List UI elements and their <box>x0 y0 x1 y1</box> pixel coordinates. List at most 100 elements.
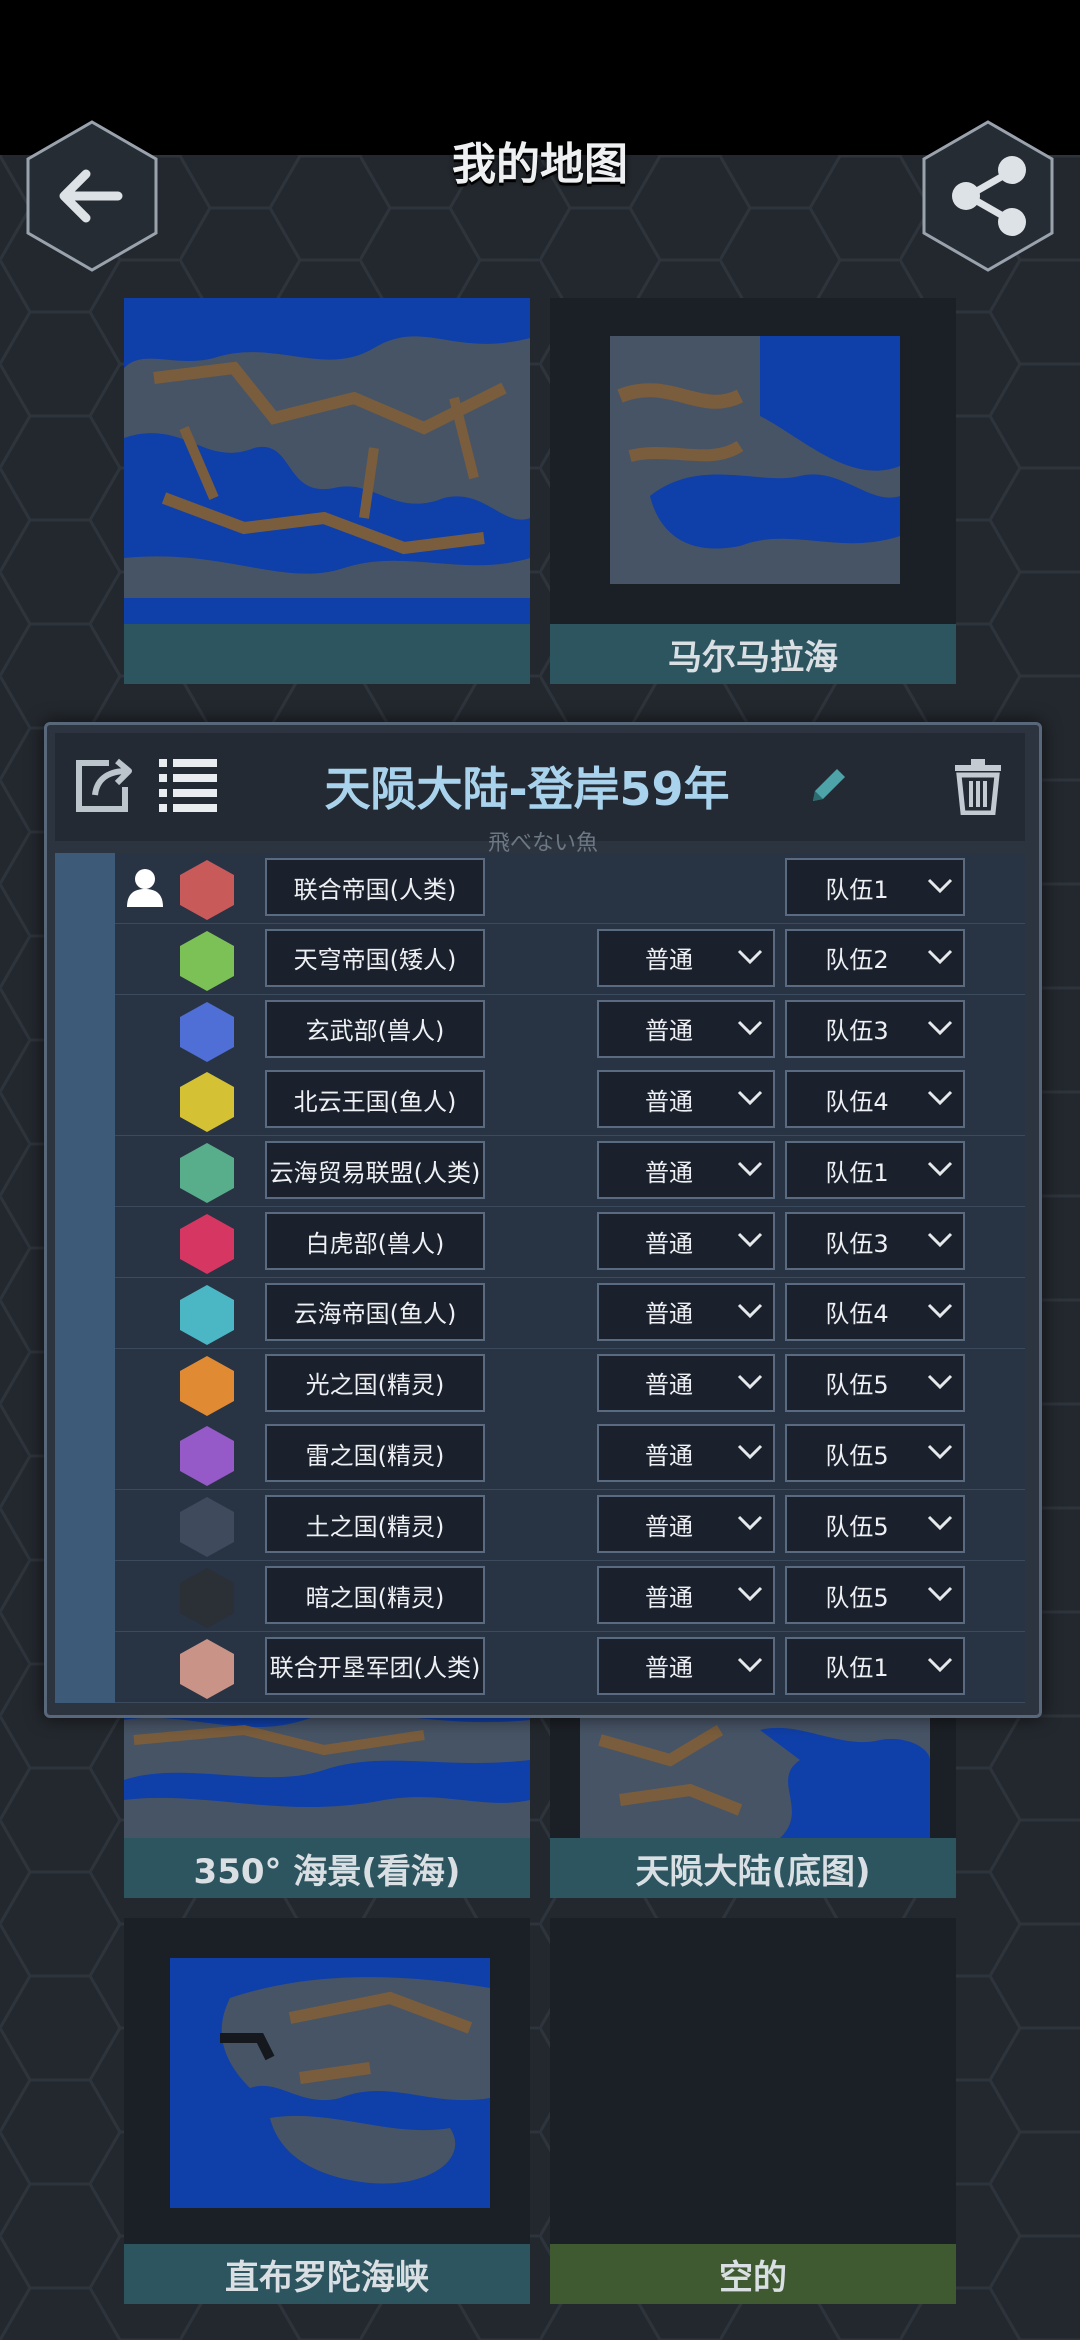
chevron-down-icon <box>927 1374 953 1389</box>
player-row: 云海贸易联盟(人类) 普通 队伍1 <box>115 1136 1025 1208</box>
map-card[interactable]: 天陨大陆(底图) <box>550 1700 956 1898</box>
chevron-down-icon <box>927 1657 953 1672</box>
map-card[interactable]: 直布罗陀海峡 <box>124 1918 530 2304</box>
civ-color-hex[interactable] <box>179 1638 235 1700</box>
player-row: 北云王国(鱼人) 普通 队伍4 <box>115 1065 1025 1137</box>
map-card[interactable]: 马尔马拉海 <box>550 298 956 684</box>
chevron-down-icon <box>737 1232 763 1248</box>
chevron-down-icon <box>737 1657 763 1672</box>
difficulty-value: 普通 <box>645 1087 693 1116</box>
difficulty-select[interactable]: 普通 <box>597 928 775 987</box>
civ-color-hex[interactable] <box>179 1071 235 1133</box>
team-value: 队伍5 <box>825 1441 889 1470</box>
difficulty-select[interactable]: 普通 <box>597 1566 775 1624</box>
trash-icon[interactable] <box>953 757 1003 815</box>
map-card-label: 直布罗陀海峡 <box>124 2244 530 2304</box>
export-icon[interactable] <box>75 755 137 815</box>
map-card-label: 天陨大陆(底图) <box>550 1838 956 1898</box>
back-button[interactable] <box>22 118 162 274</box>
chevron-down-icon <box>927 1091 953 1106</box>
civ-name-button[interactable]: 云海贸易联盟(人类) <box>265 1141 485 1200</box>
difficulty-select[interactable]: 普通 <box>597 1495 775 1554</box>
team-value: 队伍1 <box>825 1654 889 1683</box>
civ-name-button[interactable]: 光之国(精灵) <box>265 1353 485 1412</box>
map-card[interactable] <box>124 298 530 684</box>
team-select[interactable]: 队伍5 <box>785 1353 965 1412</box>
chevron-down-icon <box>737 949 763 964</box>
map-thumbnail <box>610 336 900 584</box>
difficulty-value: 普通 <box>645 1158 693 1187</box>
difficulty-value: 普通 <box>645 1229 693 1258</box>
team-value: 队伍5 <box>825 1583 889 1612</box>
team-value: 队伍3 <box>825 1017 889 1046</box>
civ-color-hex[interactable] <box>179 1142 235 1204</box>
team-select[interactable]: 队伍5 <box>785 1495 965 1554</box>
chevron-down-icon <box>737 1374 763 1389</box>
civ-color-hex[interactable] <box>179 930 235 992</box>
human-player-icon <box>127 869 163 907</box>
civ-name-button[interactable]: 玄武部(兽人) <box>265 999 485 1058</box>
civ-name-button[interactable]: 天穹帝国(矮人) <box>265 928 485 987</box>
difficulty-select[interactable]: 普通 <box>597 1212 775 1270</box>
civ-color-hex[interactable] <box>179 1001 235 1063</box>
team-value: 队伍5 <box>825 1512 889 1541</box>
team-value: 队伍3 <box>825 1229 889 1258</box>
list-icon[interactable] <box>159 757 219 813</box>
difficulty-select[interactable]: 普通 <box>597 1424 775 1483</box>
team-value: 队伍5 <box>825 1371 889 1400</box>
player-row: 联合开垦军团(人类) 普通 队伍1 <box>115 1631 1025 1703</box>
map-author: 飛べない魚 <box>487 831 598 856</box>
difficulty-value: 普通 <box>645 1017 693 1046</box>
map-card-label: 空的 <box>550 2244 956 2304</box>
chevron-down-icon <box>927 1232 953 1248</box>
civ-color-hex[interactable] <box>179 1284 235 1346</box>
difficulty-select[interactable]: 普通 <box>597 1636 775 1695</box>
team-select[interactable]: 队伍4 <box>785 1282 965 1341</box>
difficulty-select[interactable]: 普通 <box>597 1141 775 1200</box>
team-select[interactable]: 队伍1 <box>785 1636 965 1695</box>
team-select[interactable]: 队伍5 <box>785 1566 965 1624</box>
chevron-down-icon <box>737 1091 763 1106</box>
player-row: 玄武部(兽人) 普通 队伍3 <box>115 994 1025 1066</box>
civ-name-button[interactable]: 联合开垦军团(人类) <box>265 1636 485 1695</box>
chevron-down-icon <box>737 1586 763 1602</box>
team-select[interactable]: 队伍3 <box>785 1212 965 1270</box>
civ-color-hex[interactable] <box>179 1496 235 1558</box>
civ-color-hex[interactable] <box>179 1355 235 1417</box>
civ-color-hex[interactable] <box>179 859 235 921</box>
civ-name-button[interactable]: 雷之国(精灵) <box>265 1424 485 1483</box>
chevron-down-icon <box>927 1586 953 1602</box>
civ-name-button[interactable]: 土之国(精灵) <box>265 1495 485 1554</box>
chevron-down-icon <box>737 1020 763 1035</box>
difficulty-value: 普通 <box>645 1300 693 1329</box>
map-thumbnail <box>580 1700 930 1838</box>
team-value: 队伍1 <box>825 1158 889 1187</box>
empty-map-slot[interactable]: 空的 <box>550 1918 956 2304</box>
map-card[interactable]: 350° 海景(看海) <box>124 1700 530 1898</box>
team-select[interactable]: 队伍1 <box>785 858 965 916</box>
civ-color-hex[interactable] <box>179 1567 235 1629</box>
team-select[interactable]: 队伍5 <box>785 1424 965 1483</box>
pencil-icon[interactable] <box>805 763 851 809</box>
difficulty-select[interactable]: 普通 <box>597 999 775 1058</box>
difficulty-select[interactable]: 普通 <box>597 1070 775 1129</box>
civ-name-button[interactable]: 联合帝国(人类) <box>265 858 485 916</box>
player-list: 联合帝国(人类) 队伍1 天穹帝国(矮人) 普通 队伍2 玄武部(兽人) 普通 队伍3 北云王国… <box>55 853 1025 1703</box>
map-detail-dialog: 天陨大陆-登岸59年 飛べない魚 联合帝国(人类) 队伍1 天穹帝国(矮人) 普通 队伍… <box>44 722 1042 1718</box>
civ-color-hex[interactable] <box>179 1213 235 1275</box>
difficulty-select[interactable]: 普通 <box>597 1353 775 1412</box>
team-select[interactable]: 队伍3 <box>785 999 965 1058</box>
team-select[interactable]: 队伍4 <box>785 1070 965 1129</box>
team-select[interactable]: 队伍2 <box>785 928 965 987</box>
difficulty-select[interactable]: 普通 <box>597 1282 775 1341</box>
civ-name-button[interactable]: 云海帝国(鱼人) <box>265 1282 485 1341</box>
player-row: 云海帝国(鱼人) 普通 队伍4 <box>115 1277 1025 1349</box>
chevron-down-icon <box>927 1020 953 1035</box>
civ-color-hex[interactable] <box>179 1425 235 1487</box>
team-select[interactable]: 队伍1 <box>785 1141 965 1200</box>
civ-name-button[interactable]: 白虎部(兽人) <box>265 1212 485 1270</box>
civ-name-button[interactable]: 暗之国(精灵) <box>265 1566 485 1624</box>
civ-name-button[interactable]: 北云王国(鱼人) <box>265 1070 485 1129</box>
map-thumbnail <box>124 298 530 624</box>
share-button[interactable] <box>918 118 1058 274</box>
